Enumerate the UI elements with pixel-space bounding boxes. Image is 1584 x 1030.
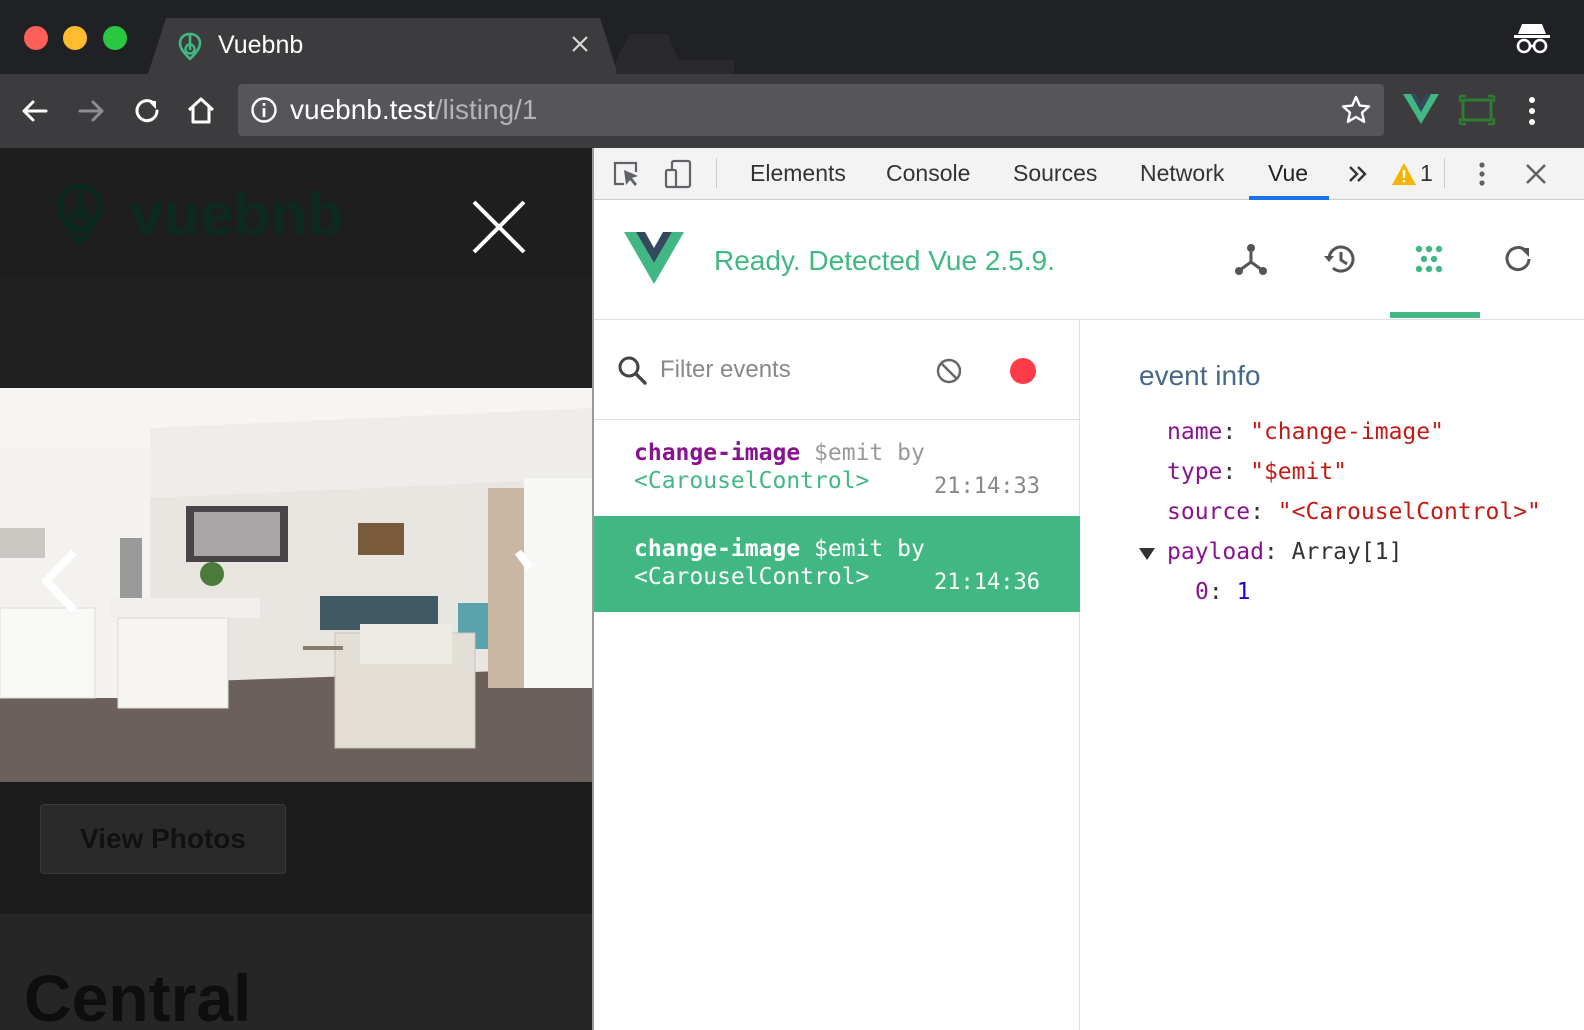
bookmark-star-icon[interactable] xyxy=(1340,94,1372,126)
event-title: change-image $emit by xyxy=(634,438,925,468)
listing-title: Central xyxy=(24,961,252,1030)
device-toolbar-icon[interactable] xyxy=(662,158,694,190)
prop-key: source xyxy=(1167,499,1251,525)
filter-events-input[interactable] xyxy=(660,350,920,390)
clear-events-icon[interactable] xyxy=(934,356,964,386)
tab-console[interactable]: Console xyxy=(886,148,970,200)
page-header: vuebnb xyxy=(0,148,592,276)
carousel-next-icon[interactable] xyxy=(514,548,534,614)
event-info-title: event info xyxy=(1139,360,1261,391)
event-component: <CarouselControl> xyxy=(634,468,870,494)
tab-elements[interactable]: Elements xyxy=(750,148,846,200)
back-arrow-icon[interactable] xyxy=(16,92,54,130)
devtools-panel: Elements Console Sources Network Vue 1 R… xyxy=(594,148,1584,1030)
event-title: change-image $emit by xyxy=(634,534,925,564)
event-by: by xyxy=(897,536,925,562)
window-minimize-button[interactable] xyxy=(63,26,87,50)
url-path: /listing/1 xyxy=(434,94,538,125)
event-info-pane: event info name: "change-image" type: "$… xyxy=(1081,320,1584,1030)
event-list-item-selected[interactable]: change-image $emit by <CarouselControl> … xyxy=(594,516,1080,612)
event-info-source-row[interactable]: source: "<CarouselControl>" xyxy=(1167,496,1541,528)
vue-status-text: Ready. Detected Vue 2.5.9. xyxy=(714,245,1055,276)
address-url[interactable]: vuebnb.test/listing/1 xyxy=(290,93,538,127)
prop-value: "change-image" xyxy=(1250,419,1444,445)
tab-network[interactable]: Network xyxy=(1140,148,1224,200)
hero-image-dimmed xyxy=(0,276,592,388)
window-close-button[interactable] xyxy=(24,26,48,50)
vue-logo-icon xyxy=(624,232,684,284)
browser-tab-title: Vuebnb xyxy=(218,31,304,59)
prop-key: name xyxy=(1167,419,1223,445)
event-info-name-row[interactable]: name: "change-image" xyxy=(1167,416,1444,448)
array-index: 0 xyxy=(1195,579,1209,605)
active-tool-indicator xyxy=(1390,312,1480,318)
url-host: vuebnb.test xyxy=(290,94,435,125)
more-tabs-chevron-icon[interactable] xyxy=(1342,158,1374,190)
vue-devtools-header: Ready. Detected Vue 2.5.9. xyxy=(594,200,1584,320)
modal-close-icon[interactable] xyxy=(470,198,528,256)
prop-value: "<CarouselControl>" xyxy=(1277,499,1541,525)
event-name: change-image xyxy=(634,440,801,466)
tab-separator xyxy=(1444,158,1445,188)
search-icon xyxy=(618,356,647,385)
prop-key: type xyxy=(1167,459,1223,485)
event-kind: $emit xyxy=(814,536,884,562)
warning-icon[interactable] xyxy=(1388,158,1420,190)
address-bar[interactable]: vuebnb.test/listing/1 xyxy=(238,84,1384,136)
vue-devtools-extension-icon[interactable] xyxy=(1402,92,1440,126)
event-info-payload-row[interactable]: payload: Array[1] xyxy=(1167,536,1402,568)
screen-capture-extension-icon[interactable] xyxy=(1458,94,1496,126)
event-time: 21:14:33 xyxy=(934,474,1040,499)
prop-key: payload xyxy=(1167,539,1264,565)
incognito-icon xyxy=(1514,24,1550,54)
tab-close-icon[interactable] xyxy=(568,32,592,56)
expand-triangle-icon[interactable] xyxy=(1139,548,1155,560)
events-list-pane: change-image $emit by <CarouselControl> … xyxy=(594,320,1080,1030)
site-info-icon[interactable] xyxy=(250,96,278,124)
tab-sources[interactable]: Sources xyxy=(1013,148,1097,200)
refresh-icon[interactable] xyxy=(1499,240,1537,278)
event-name: change-image xyxy=(634,536,801,562)
home-icon[interactable] xyxy=(182,92,220,130)
events-filter-bar xyxy=(594,320,1080,420)
warning-count[interactable]: 1 xyxy=(1420,148,1433,198)
event-by: by xyxy=(897,440,925,466)
event-info-type-row[interactable]: type: "$emit" xyxy=(1167,456,1347,488)
tab-separator xyxy=(716,158,717,188)
browser-titlebar: Vuebnb xyxy=(0,0,1584,74)
carousel-prev-icon[interactable] xyxy=(38,548,80,614)
inspect-element-icon[interactable] xyxy=(610,158,642,190)
event-component: <CarouselControl> xyxy=(634,564,870,590)
view-photos-button[interactable]: View Photos xyxy=(40,804,286,874)
prop-value: Array[1] xyxy=(1291,539,1403,565)
devtools-menu-icon[interactable] xyxy=(1466,158,1498,190)
browser-toolbar: vuebnb.test/listing/1 xyxy=(0,74,1584,148)
listing-photo xyxy=(0,388,592,782)
array-value: 1 xyxy=(1236,579,1251,605)
payload-item-row[interactable]: 0: 1 xyxy=(1195,576,1250,608)
new-tab-button[interactable] xyxy=(616,34,734,74)
reload-icon[interactable] xyxy=(128,92,166,130)
event-time: 21:14:36 xyxy=(934,570,1040,595)
browser-menu-icon[interactable] xyxy=(1518,92,1546,130)
page-viewport: vuebnb View Photos Central xyxy=(0,148,592,1030)
vuebnb-favicon-icon xyxy=(178,32,202,61)
record-events-icon[interactable] xyxy=(1010,358,1036,384)
page-brand-name: vuebnb xyxy=(130,181,344,248)
tab-vue[interactable]: Vue xyxy=(1268,148,1308,200)
devtools-tab-bar: Elements Console Sources Network Vue 1 xyxy=(594,148,1584,200)
event-kind: $emit xyxy=(814,440,884,466)
vuex-history-icon[interactable] xyxy=(1321,240,1359,278)
devtools-close-icon[interactable] xyxy=(1520,158,1552,190)
window-maximize-button[interactable] xyxy=(103,26,127,50)
events-icon[interactable] xyxy=(1410,240,1448,278)
vuebnb-logo-icon xyxy=(57,183,103,245)
prop-value: "$emit" xyxy=(1250,459,1348,485)
event-list-item[interactable]: change-image $emit by <CarouselControl> … xyxy=(594,420,1080,516)
forward-arrow-icon[interactable] xyxy=(72,92,110,130)
components-tree-icon[interactable] xyxy=(1232,240,1270,278)
